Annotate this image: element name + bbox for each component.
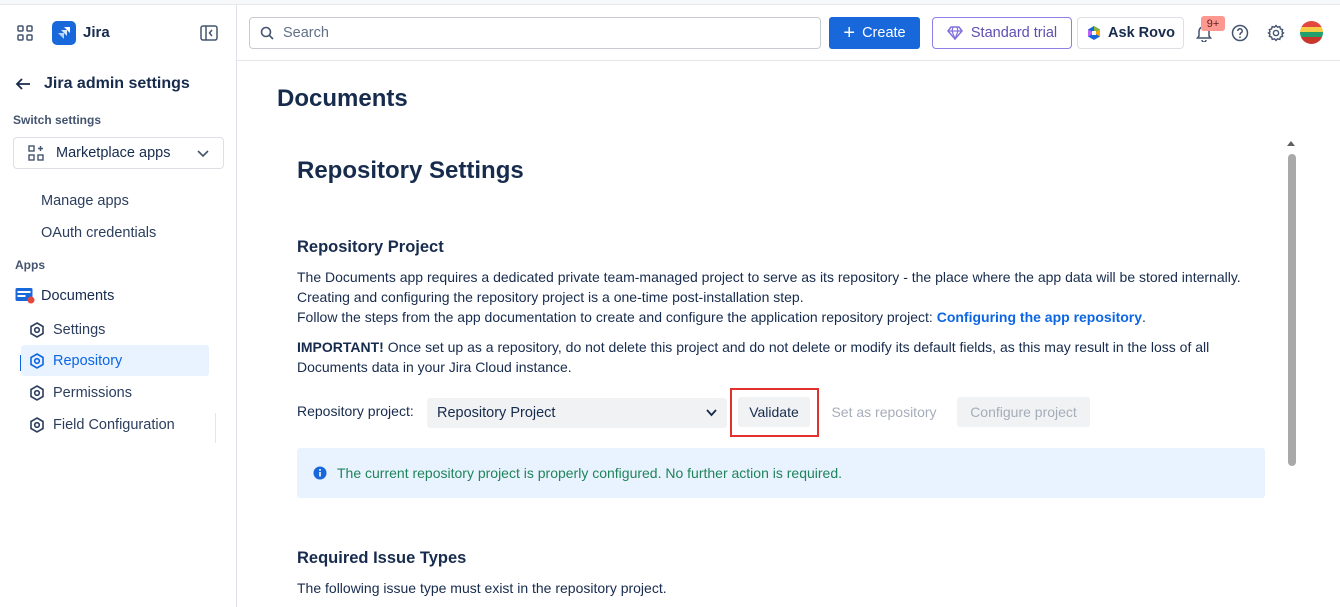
notifications-badge: 9+ [1201,16,1225,31]
create-label: Create [862,25,906,41]
avatar-image [1300,21,1323,44]
page-title: Documents [277,85,408,112]
rovo-label: Ask Rovo [1108,25,1175,41]
sidebar-item-settings[interactable]: Settings [21,314,209,345]
standard-trial-button[interactable]: Standard trial [932,17,1072,49]
important-label: IMPORTANT! [297,339,384,355]
configure-project-button[interactable]: Configure project [957,397,1090,427]
sidebar-item-field-configuration[interactable]: Field Configuration [21,409,209,440]
sidebar-item-label: Repository [53,352,123,369]
chevron-down-icon [706,409,717,417]
info-message-box: The current repository project is proper… [297,448,1265,498]
important-notice: IMPORTANT! Once set up as a repository, … [297,337,1267,377]
nav-oauth-credentials[interactable]: OAuth credentials [41,225,156,241]
search-icon [260,26,274,40]
rovo-icon [1088,26,1101,40]
info-message: The current repository project is proper… [337,465,843,481]
validate-button[interactable]: Validate [738,397,810,427]
documents-label: Documents [41,287,115,304]
jira-logo-icon[interactable] [52,21,76,45]
arrow-left-icon [15,78,30,90]
switch-settings-label: Switch settings [13,113,102,127]
app-switcher-icon[interactable] [17,25,33,41]
sidebar: Jira Jira admin settings Switch settings… [0,5,237,607]
sidebar-item-label: Field Configuration [53,416,175,433]
nav-manage-apps[interactable]: Manage apps [41,193,129,209]
help-icon[interactable] [1231,24,1249,42]
scrollbar-thumb[interactable] [1288,154,1296,466]
switch-settings-value: Marketplace apps [56,145,171,161]
user-avatar[interactable] [1300,21,1323,44]
create-button[interactable]: + Create [829,17,920,49]
scroll-up-arrow-icon[interactable] [1287,141,1295,146]
permissions-hex-icon [30,384,44,401]
required-issue-types-heading: Required Issue Types [297,549,467,567]
repository-description: The Documents app requires a dedicated p… [297,267,1267,327]
sidebar-divider [215,413,216,443]
repository-project-heading: Repository Project [297,238,444,256]
description-line-3: Follow the steps from the app documentat… [297,307,1267,327]
settings-gear-icon[interactable] [1267,24,1285,42]
repository-hex-icon [30,352,44,369]
trial-label: Standard trial [970,25,1058,41]
ask-rovo-button[interactable]: Ask Rovo [1077,17,1184,49]
description-line-1: The Documents app requires a dedicated p… [297,269,1241,285]
description-line-3-suffix: . [1142,309,1146,325]
documents-app-icon [15,288,35,304]
issue-types-description: The following issue type must exist in t… [297,580,667,596]
chevron-down-icon [197,150,209,158]
field-configuration-hex-icon [30,416,44,433]
configuring-app-repository-link[interactable]: Configuring the app repository [937,309,1142,325]
diamond-icon [946,26,963,40]
plus-icon: + [843,22,856,44]
collapse-sidebar-icon[interactable] [200,25,218,41]
repository-project-label: Repository project: [297,403,414,419]
repository-project-select[interactable]: Repository Project [427,398,727,428]
apps-label: Apps [15,258,45,272]
section-title: Repository Settings [297,157,524,184]
sidebar-header: Jira [0,5,236,61]
info-icon [313,466,327,480]
nav-documents-app[interactable]: Documents [15,287,114,304]
admin-settings-title: Jira admin settings [44,75,190,92]
header-divider [237,60,1340,61]
important-text: Once set up as a repository, do not dele… [297,339,1210,375]
search-box[interactable] [249,17,821,49]
back-to-admin[interactable]: Jira admin settings [14,75,190,93]
sidebar-item-repository[interactable]: Repository [21,345,209,376]
switch-settings-select[interactable]: Marketplace apps [13,137,224,169]
sidebar-item-permissions[interactable]: Permissions [21,377,209,408]
settings-hex-icon [30,321,44,338]
search-input[interactable] [283,25,783,41]
sidebar-item-label: Settings [53,321,106,338]
description-line-2: Creating and configuring the repository … [297,289,804,305]
sidebar-item-label: Permissions [53,384,132,401]
description-line-3-text: Follow the steps from the app documentat… [297,309,937,325]
marketplace-icon [28,145,44,161]
repository-project-value: Repository Project [437,405,556,421]
set-as-repository-button[interactable]: Set as repository [822,397,946,427]
app-name[interactable]: Jira [83,24,110,41]
